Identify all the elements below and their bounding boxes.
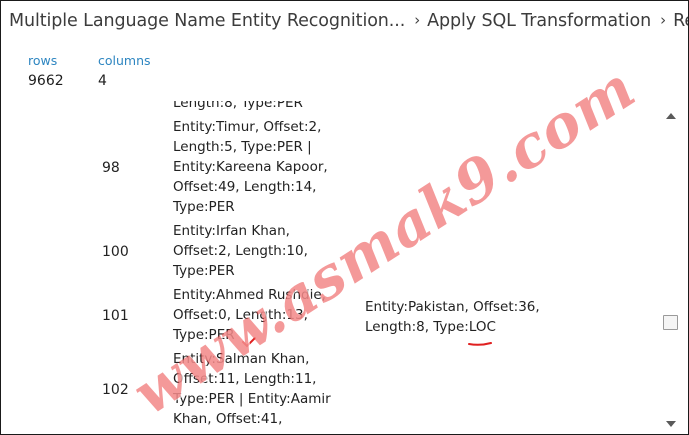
table-row: Length:8, Type:PER	[1, 101, 661, 117]
rows-label: rows	[28, 53, 58, 68]
entities-cell: Entity:Salman Khan, Offset:11, Length:11,…	[173, 349, 343, 429]
table-row: 101 Entity:Ahmed Rushdie, Offset:0, Length…	[1, 285, 661, 349]
breadcrumb-experiment[interactable]: Multiple Language Name Entity Recognitio…	[9, 11, 405, 31]
breadcrumb-module[interactable]: Apply SQL Transformation	[427, 11, 651, 31]
entity-line: Length:5, Type:PER |	[173, 139, 312, 155]
checkmark-annotation-icon	[242, 337, 256, 348]
entity-line: Entity:Irfan Khan,	[173, 223, 290, 239]
results-table[interactable]: Length:8, Type:PER 98 Entity:Timur, Offset…	[1, 101, 661, 434]
entity-line: Offset:49, Length:14,	[173, 179, 317, 195]
entity-line: Offset:11, Length:11,	[173, 371, 317, 387]
table-row: 98 Entity:Timur, Offset:2, Length:5, Type:…	[1, 117, 661, 221]
columns-value: 4	[98, 73, 107, 89]
table-row: 100 Entity:Irfan Khan, Offset:2, Length:10…	[1, 221, 661, 285]
row-index: 101	[102, 308, 129, 324]
entity-line: Type:PER	[173, 199, 235, 215]
entity-line: Type:PER	[173, 263, 235, 279]
entity-line: Type:PER | Entity:Aamir	[173, 391, 331, 407]
entity-line: Length:8, Type:PER	[173, 101, 303, 111]
table-row: 102 Entity:Salman Khan, Offset:11, Length:…	[1, 349, 661, 433]
entity-line: Entity:Ahmed Rushdie,	[173, 287, 326, 303]
location-line: Entity:Pakistan, Offset:36,	[365, 299, 540, 315]
entities-cell: Entity:Ahmed Rushdie, Offset:0, Length:13…	[173, 285, 343, 345]
row-index: 98	[102, 160, 120, 176]
rows-value: 9662	[28, 73, 64, 89]
scroll-thumb[interactable]	[663, 315, 678, 330]
entities-cell: Entity:Irfan Khan, Offset:2, Length:10, Ty…	[173, 221, 343, 281]
location-cell: Entity:Pakistan, Offset:36, Length:8, Typ…	[365, 297, 565, 337]
breadcrumb: Multiple Language Name Entity Recognitio…	[9, 11, 688, 31]
vertical-scrollbar[interactable]	[662, 109, 680, 429]
row-index: 100	[102, 244, 129, 260]
row-index: 102	[102, 382, 129, 398]
rows-stat: rows 9662	[28, 53, 64, 89]
chevron-right-icon: ›	[660, 11, 667, 29]
breadcrumb-results[interactable]: Results dataset	[673, 11, 688, 31]
entities-cell: Entity:Timur, Offset:2, Length:5, Type:PE…	[173, 117, 343, 217]
location-line: Length:8, Type:LOC	[365, 319, 496, 335]
chevron-right-icon: ›	[414, 11, 421, 29]
entity-line: Offset:0, Length:13,	[173, 307, 308, 323]
entity-line: Entity:Kareena Kapoor,	[173, 159, 328, 175]
entity-line: Offset:2, Length:10,	[173, 243, 308, 259]
table-body: Length:8, Type:PER 98 Entity:Timur, Offset…	[1, 101, 661, 433]
columns-label: columns	[98, 53, 151, 68]
scroll-up-arrow-icon[interactable]	[666, 113, 676, 119]
entity-line: Khan, Offset:41,	[173, 411, 283, 427]
results-dataset-window: Multiple Language Name Entity Recognitio…	[0, 0, 689, 435]
entity-line: Entity:Timur, Offset:2,	[173, 119, 322, 135]
columns-stat: columns 4	[98, 53, 151, 89]
entity-line: Type:PER	[173, 327, 235, 343]
underline-annotation-icon	[468, 342, 492, 346]
entities-cell: Length:8, Type:PER	[173, 101, 343, 113]
scroll-down-arrow-icon[interactable]	[666, 421, 676, 427]
entity-line: Entity:Salman Khan,	[173, 351, 310, 367]
